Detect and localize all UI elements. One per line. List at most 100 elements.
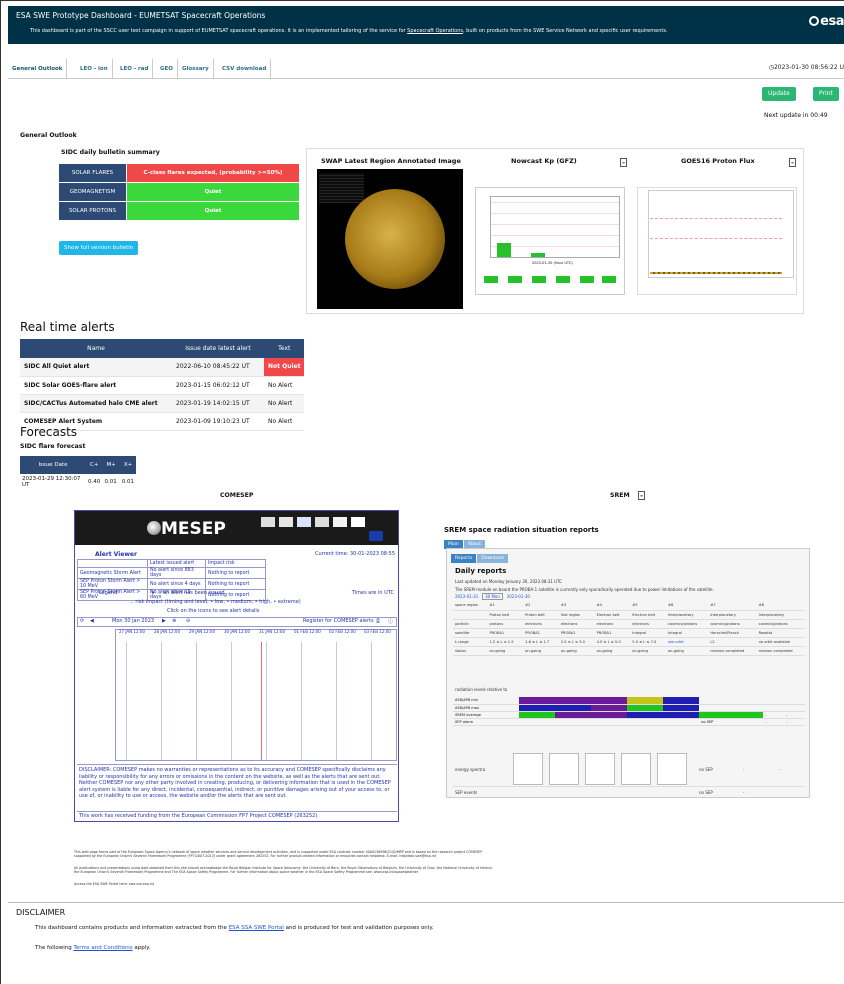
disclaimer-text: This dashboard contains products and inf…	[35, 925, 227, 931]
spectrum-plot[interactable]	[585, 753, 615, 785]
rl-cell	[519, 711, 555, 719]
srem-updated: Last updated on Monday January 30, 2023 …	[455, 579, 563, 584]
goes-document-icon[interactable]: ≡	[789, 158, 796, 167]
sep-events-value: no SEP	[699, 790, 713, 795]
spectrum-plot[interactable]	[621, 753, 651, 785]
spectrum-plot[interactable]	[657, 753, 687, 785]
tab-glossary[interactable]: Glossary	[178, 59, 214, 79]
terms-link[interactable]: Terms and Conditions	[73, 945, 132, 951]
srem-date[interactable]: 2023-01-31	[455, 594, 478, 599]
next-arrow-icon[interactable]: ▶	[162, 618, 166, 624]
prev-arrow-icon[interactable]: ◀	[90, 618, 94, 624]
nav-date: Mon 30 Jan 2023	[112, 618, 155, 624]
update-button[interactable]: Update	[762, 87, 796, 101]
srem-cell: L2	[708, 637, 757, 647]
comesep-timeline[interactable]	[115, 629, 397, 761]
srem-date[interactable]: 2023-01-30	[507, 594, 530, 599]
legend-label: Legend: ★ ... an alert has been issued	[99, 590, 225, 596]
header-subtitle-text: This dashboard is part of the SSCC user …	[30, 28, 406, 34]
srem-cell: 5.0 ≤ L ≤ 7.0	[630, 637, 666, 647]
swap-title: SWAP Latest Region Annotated Image	[321, 157, 461, 165]
spacecraft-operations-link[interactable]: Spacecraft Operations	[407, 28, 463, 34]
alert-viewer-title: Alert Viewer	[95, 551, 137, 558]
srem-subtabs: Reports Download	[451, 553, 509, 563]
tab-csv-download[interactable]: CSV download	[218, 59, 272, 79]
rl-cell	[699, 711, 764, 719]
srem-cell: L-range	[453, 637, 488, 647]
alert-date: 2023-01-09 19:10:23 UT	[172, 412, 264, 431]
timeline-gridline	[126, 642, 127, 760]
table-row: SIDC/CACTus Automated halo CME alert 2023…	[20, 394, 305, 413]
srem-document-icon[interactable]: ≡	[638, 491, 645, 500]
srem-subtab-download[interactable]: Download	[477, 554, 508, 563]
srem-subtab-reports[interactable]: Reports	[451, 554, 477, 563]
table-row: L-range 1.2 ≤ L ≤ 1.5 1.6 ≤ L ≤ 1.7 2.5 ≤ L…	[453, 637, 805, 647]
rl-cell: -	[784, 711, 805, 719]
srem-date-nav[interactable]: 2023-01-31 30 Mon 2023-01-30	[455, 593, 530, 600]
srem-cell: on-going	[630, 646, 666, 656]
print-icon[interactable]: ⎙	[376, 618, 380, 624]
spectrum-plot[interactable]	[513, 753, 543, 785]
srem-cell: electrons	[558, 619, 595, 629]
comesep-logo: MESEP	[147, 519, 226, 539]
goes-proton-image[interactable]	[637, 187, 797, 295]
srem-cell: Slot region	[558, 610, 595, 620]
info-icon[interactable]: ⓘ	[388, 618, 393, 625]
rl-label: AE8/AP8 max	[453, 704, 519, 712]
swap-sun-image[interactable]	[317, 169, 463, 309]
tab-leo-rad[interactable]: LEO - rad	[116, 59, 154, 79]
srem-cell: cosmics/protons	[708, 619, 757, 629]
srem-date-select[interactable]: 30 Mon	[482, 593, 503, 600]
bulletin-value: Quiet	[126, 182, 300, 202]
sun-disk	[345, 189, 445, 289]
tab-geo[interactable]: GEO	[156, 59, 178, 79]
general-outlook-heading: General Outlook	[20, 132, 77, 139]
spectra-no-sep: no SEP	[699, 767, 713, 772]
next-update-text: Next update in 00:49	[764, 112, 828, 119]
srem-cell: Interplanetary	[756, 610, 805, 620]
table-row: SEP alarm no SEP - -	[453, 718, 805, 726]
refresh-icon[interactable]: ⟳	[80, 618, 84, 624]
rl-cell	[519, 718, 555, 726]
grid-cell: Geomagnetic Storm Alert	[77, 567, 148, 579]
kp-bar	[497, 243, 511, 257]
comesep-widget: MESEP Alert Viewer Current time: 30-01-2…	[74, 510, 399, 822]
bulletin-value: Quiet	[126, 201, 300, 221]
show-full-bulletin-button[interactable]: Show full version bulletin	[59, 241, 139, 255]
rl-cell	[663, 704, 699, 712]
comesep-current-time: Current time: 30-01-2023 08:55	[315, 551, 395, 557]
see-orbit-link[interactable]: see orbit	[665, 637, 709, 647]
comesep-disclaimer: DISCLAIMER: COMESEP makes no warranties …	[77, 764, 397, 802]
esa-logo: esa	[809, 14, 844, 29]
radiation-levels-table: AE8/AP8 min AE8/AP8 max SREM average - - S…	[453, 697, 805, 726]
register-link[interactable]: Register for COMESEP alerts	[303, 618, 374, 624]
spectrum-plot[interactable]	[549, 753, 579, 785]
srem-cell: mission completed	[708, 646, 757, 656]
swe-portal-link[interactable]: ESA SSA SWE Portal	[229, 925, 284, 931]
kp-chart-image[interactable]: 2023-01-30 (Hour UTC)	[475, 187, 625, 295]
goes-threshold-line	[650, 238, 782, 239]
bulletin-label: GEOMAGNETISM	[58, 182, 127, 202]
tab-general-outlook[interactable]: General Outlook	[8, 59, 68, 79]
srem-title: SREM	[610, 492, 630, 499]
kp-document-icon[interactable]: ≡	[620, 158, 627, 167]
zoom-in-icon[interactable]: ⊕	[172, 618, 176, 624]
alerts-heading: Real time alerts	[20, 320, 115, 334]
col-issue-date: Issue Date	[20, 456, 86, 474]
srem-cell: PROBA1	[487, 628, 524, 638]
disclaimer-text: The following	[35, 945, 72, 951]
srem-col: #8	[756, 601, 805, 611]
rl-cell	[591, 718, 627, 726]
comesep-logo-text: MESEP	[161, 519, 226, 539]
rl-cell	[627, 697, 663, 705]
bulletin-row: SOLAR PROTONS Quiet	[58, 201, 300, 221]
tab-leo-ion[interactable]: LEO - ion	[76, 59, 113, 79]
zoom-out-icon[interactable]: ⊖	[186, 618, 190, 624]
print-button[interactable]: Print	[813, 87, 839, 101]
srem-cell: mission completed	[756, 646, 805, 656]
legend-star-text: ... an alert has been issued	[156, 590, 225, 596]
sep-events-dash: -	[743, 790, 745, 795]
rl-cell	[555, 704, 591, 712]
goes-threshold-line	[650, 218, 782, 219]
srem-cell: Integral	[630, 628, 666, 638]
